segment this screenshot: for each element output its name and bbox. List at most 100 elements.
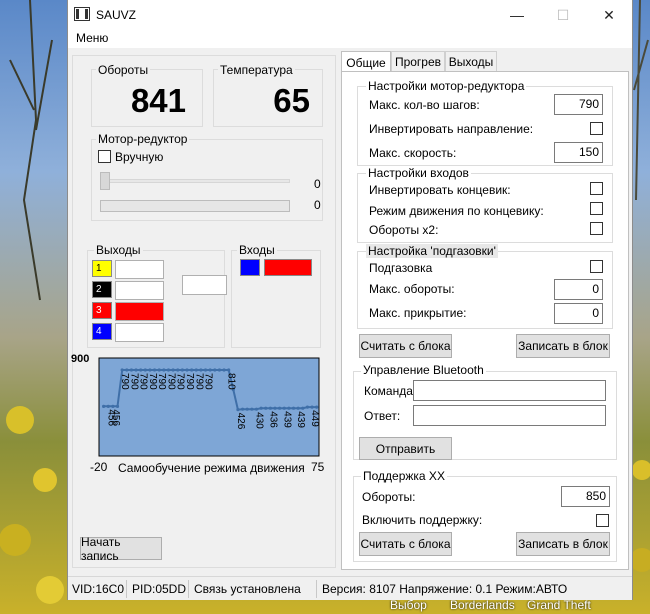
idle-enable-checkbox[interactable] bbox=[596, 514, 609, 527]
progress-value: 0 bbox=[314, 198, 321, 212]
chart-point bbox=[152, 368, 157, 372]
chart-data-label: 810 bbox=[226, 373, 237, 390]
maximize-button[interactable]: ☐ bbox=[540, 0, 586, 30]
gas-max-close-field[interactable]: 0 bbox=[554, 303, 603, 324]
chart-point bbox=[208, 368, 212, 372]
motor-group-label: Мотор-редуктор bbox=[96, 132, 190, 146]
chart-point bbox=[305, 405, 310, 409]
motor-settings-title: Настройки мотор-редуктора bbox=[366, 79, 527, 93]
chart-data-label: 790 bbox=[203, 373, 214, 390]
command-field[interactable] bbox=[413, 380, 606, 401]
tab-general[interactable]: Общие bbox=[341, 51, 391, 73]
chart-point bbox=[259, 406, 263, 410]
chart-data-label: 439 bbox=[295, 411, 306, 428]
start-record-button[interactable]: Начать запись bbox=[80, 535, 162, 563]
chart-data-label: 430 bbox=[253, 412, 264, 429]
rpm-learning-chart: 456456790790790790790790790790790790 8104… bbox=[71, 353, 325, 475]
chart-point bbox=[199, 368, 203, 372]
chart-point bbox=[245, 407, 249, 411]
app-window: SAUVZ — ☐ ✕ Меню Обороты 841 Температура… bbox=[67, 0, 633, 600]
write-to-block-button[interactable]: Записать в блок bbox=[516, 334, 610, 358]
motor-slider-thumb[interactable] bbox=[100, 172, 110, 190]
chart-point bbox=[139, 368, 143, 372]
chart-point bbox=[185, 368, 189, 372]
read-from-block-button[interactable]: Считать с блока bbox=[359, 334, 452, 358]
chart-point bbox=[115, 404, 120, 408]
max-steps-field[interactable]: 790 bbox=[554, 94, 603, 115]
rpm-x2-checkbox[interactable] bbox=[590, 222, 603, 235]
motor-slider-track[interactable] bbox=[100, 179, 290, 183]
input-indicator bbox=[240, 259, 260, 276]
max-speed-field[interactable]: 150 bbox=[554, 142, 603, 163]
answer-field[interactable] bbox=[413, 405, 606, 426]
window-title: SAUVZ bbox=[96, 8, 137, 22]
invert-direction-checkbox[interactable] bbox=[590, 122, 603, 135]
taskbar-item[interactable]: Grand Theft bbox=[527, 598, 591, 612]
minimize-button[interactable]: — bbox=[494, 0, 540, 30]
chart-point bbox=[254, 407, 259, 411]
chart-point bbox=[296, 406, 300, 410]
menu-item-main[interactable]: Меню bbox=[76, 31, 108, 45]
output-state bbox=[115, 302, 164, 321]
limit-mode-checkbox[interactable] bbox=[590, 202, 603, 215]
chart-point bbox=[120, 368, 124, 372]
output-state bbox=[115, 281, 164, 300]
chart-point bbox=[157, 368, 161, 372]
invert-limit-checkbox[interactable] bbox=[590, 182, 603, 195]
manual-checkbox[interactable] bbox=[98, 150, 111, 163]
idle-write-to-block-button[interactable]: Записать в блок bbox=[516, 532, 610, 556]
chart-point bbox=[236, 408, 240, 412]
chart-point bbox=[176, 368, 180, 372]
output-state bbox=[115, 323, 164, 342]
chart-point bbox=[264, 406, 268, 410]
gas-enabled-label: Подгазовка bbox=[369, 261, 433, 275]
chart-point bbox=[273, 406, 277, 410]
send-button[interactable]: Отправить bbox=[359, 437, 452, 460]
chart-point bbox=[315, 405, 319, 409]
invert-limit-label: Инвертировать концевик: bbox=[369, 183, 511, 197]
chart-point bbox=[162, 368, 166, 372]
close-button[interactable]: ✕ bbox=[586, 0, 632, 30]
chart-point bbox=[166, 368, 171, 372]
app-icon bbox=[74, 7, 90, 21]
idle-rpm-label: Обороты: bbox=[362, 490, 416, 504]
gas-max-rpm-label: Макс. обороты: bbox=[369, 282, 455, 296]
chart-point bbox=[190, 368, 194, 372]
chart-point bbox=[310, 405, 314, 409]
chart-point bbox=[222, 368, 226, 372]
taskbar-item[interactable]: Borderlands bbox=[450, 598, 515, 612]
idle-read-from-block-button[interactable]: Считать с блока bbox=[359, 532, 452, 556]
chart-point bbox=[278, 406, 282, 410]
chart-point bbox=[227, 368, 231, 372]
chart-point bbox=[111, 404, 115, 408]
title-bar[interactable]: SAUVZ — ☐ ✕ bbox=[68, 0, 632, 30]
gas-settings-title: Настройка 'подгазовки' bbox=[366, 244, 498, 258]
gas-max-rpm-field[interactable]: 0 bbox=[554, 279, 603, 300]
chart-title: Самообучение режима движения bbox=[118, 461, 305, 475]
temperature-value: 65 bbox=[273, 82, 310, 119]
taskbar-item[interactable]: Выбор bbox=[390, 598, 427, 612]
tab-outputs[interactable]: Выходы bbox=[445, 51, 497, 71]
limit-mode-label: Режим движения по концевику: bbox=[369, 204, 544, 218]
chart-point bbox=[171, 368, 175, 372]
idle-enable-label: Включить поддержку: bbox=[362, 513, 483, 527]
chart-point bbox=[143, 368, 147, 372]
chart-point bbox=[217, 368, 222, 372]
chart-data-label: 449 bbox=[309, 410, 320, 427]
chart-xtick-label: 75 bbox=[311, 460, 325, 474]
status-connection: Связь установлена bbox=[194, 582, 301, 596]
manual-label: Вручную bbox=[115, 150, 164, 164]
chart-point bbox=[301, 406, 305, 410]
idle-title: Поддержка ХХ bbox=[361, 469, 447, 483]
status-version: Версия: 8107 Напряжение: 0.1 Режим:АВТО bbox=[322, 582, 568, 596]
chart-data-label: 439 bbox=[281, 411, 292, 428]
idle-rpm-field[interactable]: 850 bbox=[561, 486, 610, 507]
chart-data-label: 436 bbox=[267, 411, 278, 428]
tab-warmup[interactable]: Прогрев bbox=[391, 51, 445, 71]
chart-data-label: 426 bbox=[235, 413, 246, 430]
chart-point bbox=[203, 368, 208, 372]
chart-point bbox=[148, 368, 152, 372]
inputs-group-label: Входы bbox=[237, 243, 277, 257]
gas-enabled-checkbox[interactable] bbox=[590, 260, 603, 273]
rpm-label: Обороты bbox=[96, 63, 151, 77]
